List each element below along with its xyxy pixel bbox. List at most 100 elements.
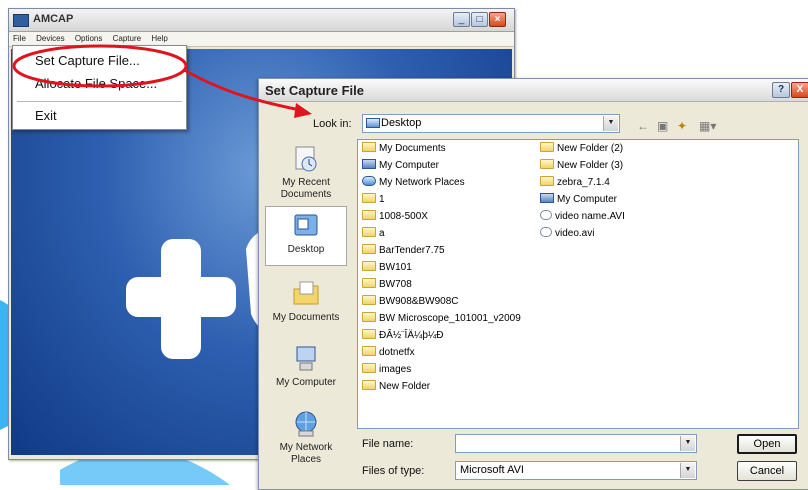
chevron-down-icon[interactable]: ▼ bbox=[680, 463, 695, 478]
folder-icon bbox=[362, 244, 376, 254]
look-in-label: Look in: bbox=[313, 118, 352, 130]
file-list-item[interactable]: New Folder bbox=[362, 380, 430, 394]
close-icon[interactable]: × bbox=[489, 12, 506, 27]
menu-devices[interactable]: Devices bbox=[36, 34, 64, 43]
menu-item-exit[interactable]: Exit bbox=[35, 108, 57, 123]
place-label: My Network Places bbox=[279, 442, 333, 465]
file-list-item-label: BW Microscope_101001_v2009 bbox=[379, 313, 521, 324]
set-capture-file-dialog: Set Capture File ? X Look in: Desktop ▼ … bbox=[258, 78, 808, 490]
files-of-type-select[interactable]: Microsoft AVI ▼ bbox=[455, 461, 697, 480]
maximize-icon[interactable]: □ bbox=[471, 12, 488, 27]
folder-icon bbox=[362, 346, 376, 356]
file-list-item[interactable]: BarTender7.75 bbox=[362, 244, 445, 258]
file-list-item[interactable]: My Documents bbox=[362, 142, 446, 156]
look-in-value: Desktop bbox=[381, 117, 422, 129]
place-my-recent-documents[interactable]: My Recent Documents bbox=[265, 144, 347, 201]
files-of-type-value: Microsoft AVI bbox=[460, 464, 524, 476]
file-list-item[interactable]: 1008-500X bbox=[362, 210, 428, 224]
file-list-item-label: ÐÂ½¨ÎÄ¼þ¼Ð bbox=[379, 330, 444, 341]
file-list-item-label: My Computer bbox=[379, 160, 440, 171]
menu-help[interactable]: Help bbox=[151, 34, 167, 43]
folder-icon bbox=[362, 142, 376, 152]
place-desktop[interactable]: Desktop bbox=[265, 206, 347, 266]
back-arrow-icon[interactable]: ← bbox=[637, 119, 649, 133]
file-list-item[interactable]: video name.AVI bbox=[540, 210, 625, 224]
folder-icon bbox=[362, 312, 376, 322]
new-folder-icon[interactable]: ✦ bbox=[677, 119, 687, 133]
file-list-item[interactable]: zebra_7.1.4 bbox=[540, 176, 610, 190]
recent-documents-icon bbox=[295, 146, 317, 172]
file-list-item[interactable]: BW101 bbox=[362, 261, 412, 275]
folder-icon bbox=[362, 193, 376, 203]
place-my-computer[interactable]: My Computer bbox=[265, 344, 347, 389]
places-bar: My Recent Documents Desktop My Documents… bbox=[265, 134, 347, 484]
minimize-icon[interactable]: _ bbox=[453, 12, 470, 27]
folder-icon bbox=[362, 363, 376, 373]
folder-icon bbox=[362, 380, 376, 390]
computer-icon bbox=[540, 193, 554, 203]
close-icon[interactable]: X bbox=[791, 82, 808, 98]
my-computer-icon bbox=[296, 346, 316, 371]
file-list-item-label: My Computer bbox=[557, 194, 618, 205]
chevron-down-icon[interactable]: ▼ bbox=[603, 116, 618, 131]
file-list-item[interactable]: BW Microscope_101001_v2009 bbox=[362, 312, 521, 326]
menu-file[interactable]: File bbox=[13, 34, 26, 43]
file-name-label: File name: bbox=[362, 438, 414, 450]
dialog-titlebar[interactable]: Set Capture File ? X bbox=[259, 79, 808, 102]
amcap-title: AMCAP bbox=[33, 13, 74, 25]
folder-icon bbox=[540, 176, 554, 186]
desktop-place-icon bbox=[294, 214, 318, 236]
folder-icon bbox=[540, 142, 554, 152]
cancel-button[interactable]: Cancel bbox=[737, 461, 797, 481]
file-list-item[interactable]: images bbox=[362, 363, 411, 377]
file-name-input[interactable]: ▼ bbox=[455, 434, 697, 453]
menu-item-set-capture-file[interactable]: Set Capture File... bbox=[35, 53, 140, 68]
folder-icon bbox=[362, 278, 376, 288]
video-file-icon bbox=[540, 210, 552, 220]
amcap-titlebar[interactable]: AMCAP _ □ × bbox=[9, 9, 514, 32]
desktop-icon bbox=[366, 118, 380, 128]
computer-icon bbox=[362, 159, 376, 169]
folder-icon bbox=[362, 329, 376, 339]
file-list-item-label: New Folder (2) bbox=[557, 143, 624, 154]
file-list-item[interactable]: a bbox=[362, 227, 385, 241]
look-in-combo[interactable]: Desktop ▼ bbox=[362, 114, 620, 133]
folder-icon bbox=[362, 295, 376, 305]
file-list-item-label: zebra_7.1.4 bbox=[557, 177, 610, 188]
view-menu-icon[interactable]: ▦▾ bbox=[699, 119, 716, 133]
folder-icon bbox=[362, 210, 376, 220]
open-button[interactable]: Open bbox=[737, 434, 797, 454]
menu-item-allocate-file-space[interactable]: Allocate File Space... bbox=[35, 76, 157, 91]
file-list-item-label: BW708 bbox=[379, 279, 412, 290]
file-list-item[interactable]: dotnetfx bbox=[362, 346, 415, 360]
menu-capture[interactable]: Capture bbox=[113, 34, 141, 43]
file-list-item-label: My Documents bbox=[379, 143, 446, 154]
file-list[interactable]: My Documents My Computer My Network Places… bbox=[357, 139, 799, 429]
file-list-item[interactable]: 1 bbox=[362, 193, 385, 207]
place-label: Desktop bbox=[287, 244, 325, 255]
dialog-title: Set Capture File bbox=[265, 83, 364, 98]
up-folder-icon[interactable]: ▣ bbox=[657, 119, 668, 133]
file-list-item[interactable]: My Computer bbox=[362, 159, 439, 173]
chevron-down-icon[interactable]: ▼ bbox=[680, 436, 695, 451]
file-list-item-label: video.avi bbox=[555, 228, 595, 239]
file-list-item[interactable]: ÐÂ½¨ÎÄ¼þ¼Ð bbox=[362, 329, 443, 343]
file-list-item[interactable]: BW908&BW908C bbox=[362, 295, 458, 309]
file-list-item[interactable]: New Folder (2) bbox=[540, 142, 623, 156]
file-list-item[interactable]: My Network Places bbox=[362, 176, 465, 190]
file-list-item[interactable]: New Folder (3) bbox=[540, 159, 623, 173]
file-list-item[interactable]: video.avi bbox=[540, 227, 594, 241]
file-list-item[interactable]: My Computer bbox=[540, 193, 617, 207]
preview-plus-h bbox=[126, 277, 236, 317]
network-places-icon bbox=[295, 411, 317, 437]
files-of-type-label: Files of type: bbox=[362, 465, 425, 477]
file-list-item-label: BW908&BW908C bbox=[379, 296, 459, 307]
place-my-network-places[interactable]: My Network Places bbox=[265, 409, 347, 466]
place-my-documents[interactable]: My Documents bbox=[265, 279, 347, 324]
help-icon[interactable]: ? bbox=[772, 82, 790, 98]
menu-options[interactable]: Options bbox=[75, 34, 103, 43]
app-icon bbox=[13, 14, 29, 27]
network-icon bbox=[362, 176, 376, 186]
file-list-item[interactable]: BW708 bbox=[362, 278, 412, 292]
file-list-item-label: BW101 bbox=[379, 262, 412, 273]
